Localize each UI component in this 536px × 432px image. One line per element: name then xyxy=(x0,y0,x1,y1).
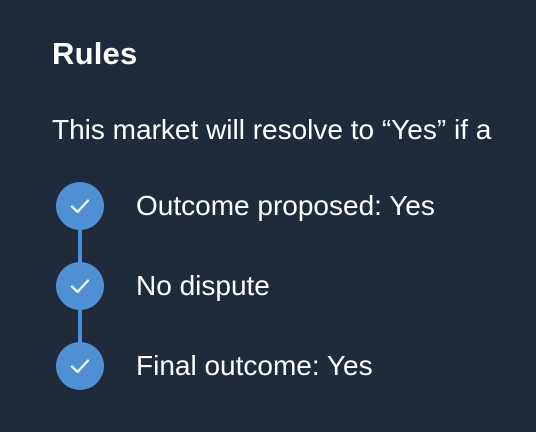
timeline-connector xyxy=(78,308,82,344)
step-completed-check-icon xyxy=(56,182,104,230)
rules-panel: Rules This market will resolve to “Yes” … xyxy=(0,0,536,432)
check-icon xyxy=(70,199,90,214)
step-completed-check-icon xyxy=(56,262,104,310)
resolution-timeline: Outcome proposed: Yes No dispute Final o… xyxy=(0,0,536,432)
timeline-connector xyxy=(78,228,82,264)
step-label-outcome-proposed: Outcome proposed: Yes xyxy=(136,190,435,221)
step-label-no-dispute: No dispute xyxy=(136,270,270,301)
check-icon xyxy=(70,279,90,294)
step-completed-check-icon xyxy=(56,342,104,390)
step-label-final-outcome: Final outcome: Yes xyxy=(136,350,373,381)
check-icon xyxy=(70,359,90,374)
